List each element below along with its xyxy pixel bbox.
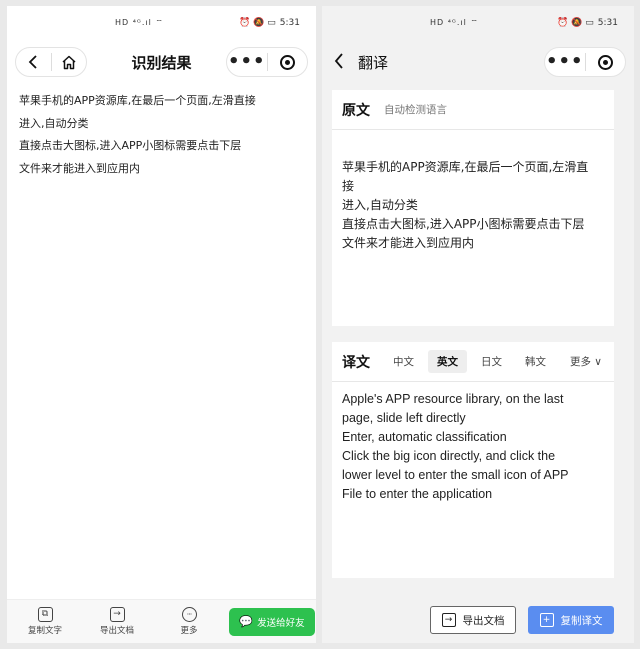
translation-card: 译文 中文 英文 日文 韩文 更多 ∨ Apple's APP resource…: [332, 342, 614, 578]
copy-icon: ⧉: [37, 607, 53, 622]
home-button[interactable]: [51, 48, 86, 76]
source-header: 原文 自动检测语言: [332, 90, 614, 130]
alarm-mute-battery-icons: ⏰ 🔕 ▭: [557, 18, 594, 28]
text-line: Enter, automatic classification: [342, 430, 507, 444]
copy-translation-label: 复制译文: [560, 614, 603, 627]
text-line: 直接点击大图标,进入APP小图标需要点击下层: [342, 217, 585, 231]
tab-korean[interactable]: 韩文: [516, 350, 555, 373]
home-icon: [62, 55, 76, 69]
tab-english[interactable]: 英文: [428, 350, 467, 373]
more-circle-icon: ···: [181, 607, 197, 622]
copy-icon: +: [539, 613, 554, 627]
text-line: 苹果手机的APP资源库,在最后一个页面,左滑直: [342, 160, 589, 174]
tab-chinese[interactable]: 中文: [384, 350, 423, 373]
translate-screen: HD ⁴ᴳ.ıl ⌔ ⏰ 🔕 ▭ 5:31 翻译 ••• 原文 自动检测语言 苹…: [322, 6, 634, 643]
miniprogram-capsule: •••: [544, 47, 626, 77]
copy-text-label: 复制文字: [27, 626, 62, 636]
more-label: 更多: [180, 626, 198, 636]
chevron-left-icon: [28, 55, 37, 69]
more-dots-icon: •••: [545, 51, 584, 72]
more-button[interactable]: ··· 更多: [155, 607, 223, 636]
miniprogram-capsule: •••: [226, 47, 308, 77]
more-dots-icon: •••: [227, 51, 266, 72]
translation-label: 译文: [342, 354, 370, 371]
export-doc-button[interactable]: → 导出文档: [83, 607, 151, 636]
back-button[interactable]: [16, 48, 51, 76]
nav-bar: 识别结果 •••: [7, 40, 316, 84]
close-miniprogram-button[interactable]: [267, 48, 307, 76]
text-line: 接: [342, 179, 355, 193]
alarm-mute-battery-icons: ⏰ 🔕 ▭: [239, 18, 276, 28]
text-line: page, slide left directly: [342, 411, 466, 425]
text-line: lower level to enter the small icon of A…: [342, 468, 569, 482]
target-close-icon: [597, 54, 613, 70]
translated-text[interactable]: Apple's APP resource library, on the las…: [332, 382, 614, 504]
export-icon: →: [441, 613, 456, 627]
text-line: File to enter the application: [342, 487, 493, 501]
copy-text-button[interactable]: ⧉ 复制文字: [11, 607, 79, 636]
status-bar: HD ⁴ᴳ.ıl ⌔ ⏰ 🔕 ▭ 5:31: [7, 6, 316, 40]
nav-bar: 翻译 •••: [322, 40, 634, 84]
status-time: 5:31: [279, 18, 300, 28]
signal-wifi-icons: HD ⁴ᴳ.ıl ⌔: [115, 18, 164, 27]
export-icon: →: [109, 607, 125, 622]
export-doc-label: 导出文档: [99, 626, 134, 636]
bottom-toolbar: ⧉ 复制文字 → 导出文档 ··· 更多 💬 发送给好友: [7, 599, 316, 643]
page-title: 识别结果: [131, 53, 192, 72]
tab-japanese[interactable]: 日文: [472, 350, 511, 373]
text-line: 文件来才能进入到应用内: [19, 161, 140, 175]
page-title: 翻译: [358, 53, 389, 72]
copy-translation-button[interactable]: + 复制译文: [528, 606, 614, 634]
recognized-text[interactable]: 苹果手机的APP资源库,在最后一个页面,左滑直接 进入,自动分类 直接点击大图标…: [7, 84, 316, 180]
chevron-left-icon: [334, 53, 343, 69]
source-text-card: 原文 自动检测语言 苹果手机的APP资源库,在最后一个页面,左滑直 接 进入,自…: [332, 90, 614, 326]
back-button[interactable]: [334, 52, 344, 72]
status-bar: HD ⁴ᴳ.ıl ⌔ ⏰ 🔕 ▭ 5:31: [322, 6, 634, 40]
more-languages-dropdown[interactable]: 更多 ∨: [570, 354, 602, 369]
text-line: 直接点击大图标,进入APP小图标需要点击下层: [19, 139, 242, 152]
send-to-friend-button[interactable]: 💬 发送给好友: [229, 607, 315, 636]
more-menu-button[interactable]: •••: [227, 48, 267, 76]
text-line: Apple's APP resource library, on the las…: [342, 392, 564, 406]
close-miniprogram-button[interactable]: [585, 48, 625, 76]
send-to-friend-label: 发送给好友: [257, 617, 305, 629]
source-label: 原文: [342, 102, 370, 119]
wechat-icon: 💬: [239, 615, 254, 628]
target-close-icon: [279, 54, 295, 70]
source-text[interactable]: 苹果手机的APP资源库,在最后一个页面,左滑直 接 进入,自动分类 直接点击大图…: [332, 130, 614, 253]
text-line: Click the big icon directly, and click t…: [342, 449, 556, 463]
export-doc-button[interactable]: → 导出文档: [430, 606, 516, 634]
more-menu-button[interactable]: •••: [545, 48, 585, 76]
text-line: 进入,自动分类: [19, 116, 89, 130]
nav-capsule: [15, 47, 87, 77]
export-doc-label: 导出文档: [462, 614, 505, 627]
auto-detect-language[interactable]: 自动检测语言: [384, 102, 447, 117]
signal-wifi-icons: HD ⁴ᴳ.ıl ⌔: [430, 18, 479, 27]
text-line: 进入,自动分类: [342, 198, 418, 212]
text-line: 文件来才能进入到应用内: [342, 236, 475, 250]
text-line: 苹果手机的APP资源库,在最后一个页面,左滑直接: [19, 94, 256, 107]
status-time: 5:31: [597, 18, 618, 28]
translation-header: 译文 中文 英文 日文 韩文 更多 ∨: [332, 342, 614, 382]
ocr-result-screen: HD ⁴ᴳ.ıl ⌔ ⏰ 🔕 ▭ 5:31 识别结果 ••• 苹果手机的APP资…: [7, 6, 316, 643]
